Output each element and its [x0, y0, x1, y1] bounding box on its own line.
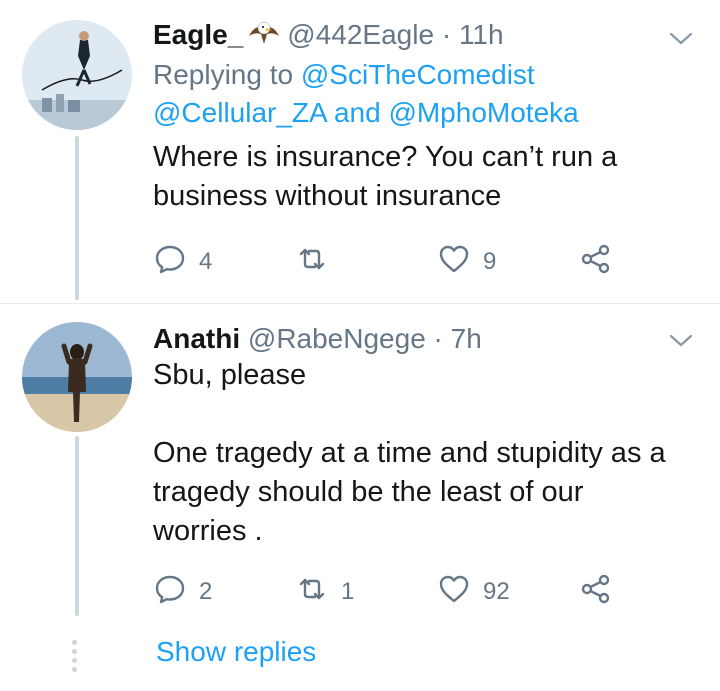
separator-dot: · [441, 19, 452, 50]
avatar-image [22, 322, 132, 432]
tweet-text: Where is insurance? You can’t run a busi… [153, 138, 680, 216]
tweet-text-line: One tragedy at a time and stupidity as a [153, 437, 666, 469]
mention-link[interactable]: @MphoMoteka [388, 97, 578, 128]
timestamp[interactable]: 7h [451, 323, 482, 354]
share-button[interactable] [579, 572, 613, 612]
replying-prefix: Replying to [153, 59, 294, 90]
reply-icon [153, 572, 187, 613]
like-count: 92 [483, 578, 510, 605]
tweet-text-line: tragedy should be the least of our [153, 476, 584, 508]
avatar-eagle[interactable] [22, 20, 132, 130]
mention-link[interactable]: @SciTheComedist [301, 59, 535, 90]
tweet-eagle[interactable]: Eagle_ @442Eagle · 11h Replying to @SciT… [0, 0, 720, 300]
reply-count: 2 [199, 578, 213, 605]
tweet-anathi[interactable]: Anathi @RabeNgege · 7h Sbu, please One t… [0, 304, 720, 624]
avatar-image [22, 20, 132, 130]
chevron-down-icon[interactable] [668, 328, 694, 354]
like-count: 9 [483, 248, 497, 275]
display-name[interactable]: Eagle_ [153, 19, 243, 50]
share-icon [579, 242, 613, 283]
tweet-actions: 2 1 92 [153, 572, 633, 612]
tweet-actions: 4 9 [153, 242, 633, 282]
retweet-button[interactable]: 1 [295, 572, 354, 612]
tweet-header: Eagle_ @442Eagle · 11h [153, 18, 680, 56]
tweet-text: Sbu, please One tragedy at a time and st… [153, 356, 680, 551]
reply-button[interactable]: 2 [153, 572, 212, 612]
tweet-text-line: Where is insurance? You can’t run a [153, 141, 618, 173]
like-button[interactable]: 92 [437, 572, 510, 612]
thread-line [75, 436, 79, 616]
retweet-count: 1 [341, 578, 355, 605]
avatar-anathi[interactable] [22, 322, 132, 432]
eagle-emoji-icon [247, 18, 281, 56]
tweet-text-line: Sbu, please [153, 359, 307, 391]
handle[interactable]: @442Eagle [287, 19, 434, 50]
retweet-icon [295, 242, 329, 283]
handle[interactable]: @RabeNgege [248, 323, 426, 354]
and-text: and [333, 97, 381, 128]
display-name[interactable]: Anathi [153, 323, 240, 354]
like-button[interactable]: 9 [437, 242, 496, 282]
thread-line [75, 136, 79, 300]
tweet-header: Anathi @RabeNgege · 7h [153, 322, 680, 356]
show-replies-link[interactable]: Show replies [156, 636, 316, 668]
thread-continuation-dots [72, 640, 82, 676]
reply-icon [153, 242, 187, 283]
retweet-icon [295, 572, 329, 613]
share-icon [579, 572, 613, 613]
like-icon [437, 572, 471, 613]
chevron-down-icon[interactable] [668, 26, 694, 52]
reply-button[interactable]: 4 [153, 242, 212, 282]
share-button[interactable] [579, 242, 613, 282]
tweet-text-line: worries . [153, 515, 263, 547]
like-icon [437, 242, 471, 283]
retweet-button[interactable] [295, 242, 341, 282]
separator-dot: · [433, 323, 443, 354]
timestamp[interactable]: 11h [459, 19, 504, 50]
reply-count: 4 [199, 248, 213, 275]
tweet-text-line: business without insurance [153, 180, 502, 212]
replying-to: Replying to @SciTheComedist [153, 56, 680, 94]
mention-link[interactable]: @Cellular_ZA [153, 97, 326, 128]
